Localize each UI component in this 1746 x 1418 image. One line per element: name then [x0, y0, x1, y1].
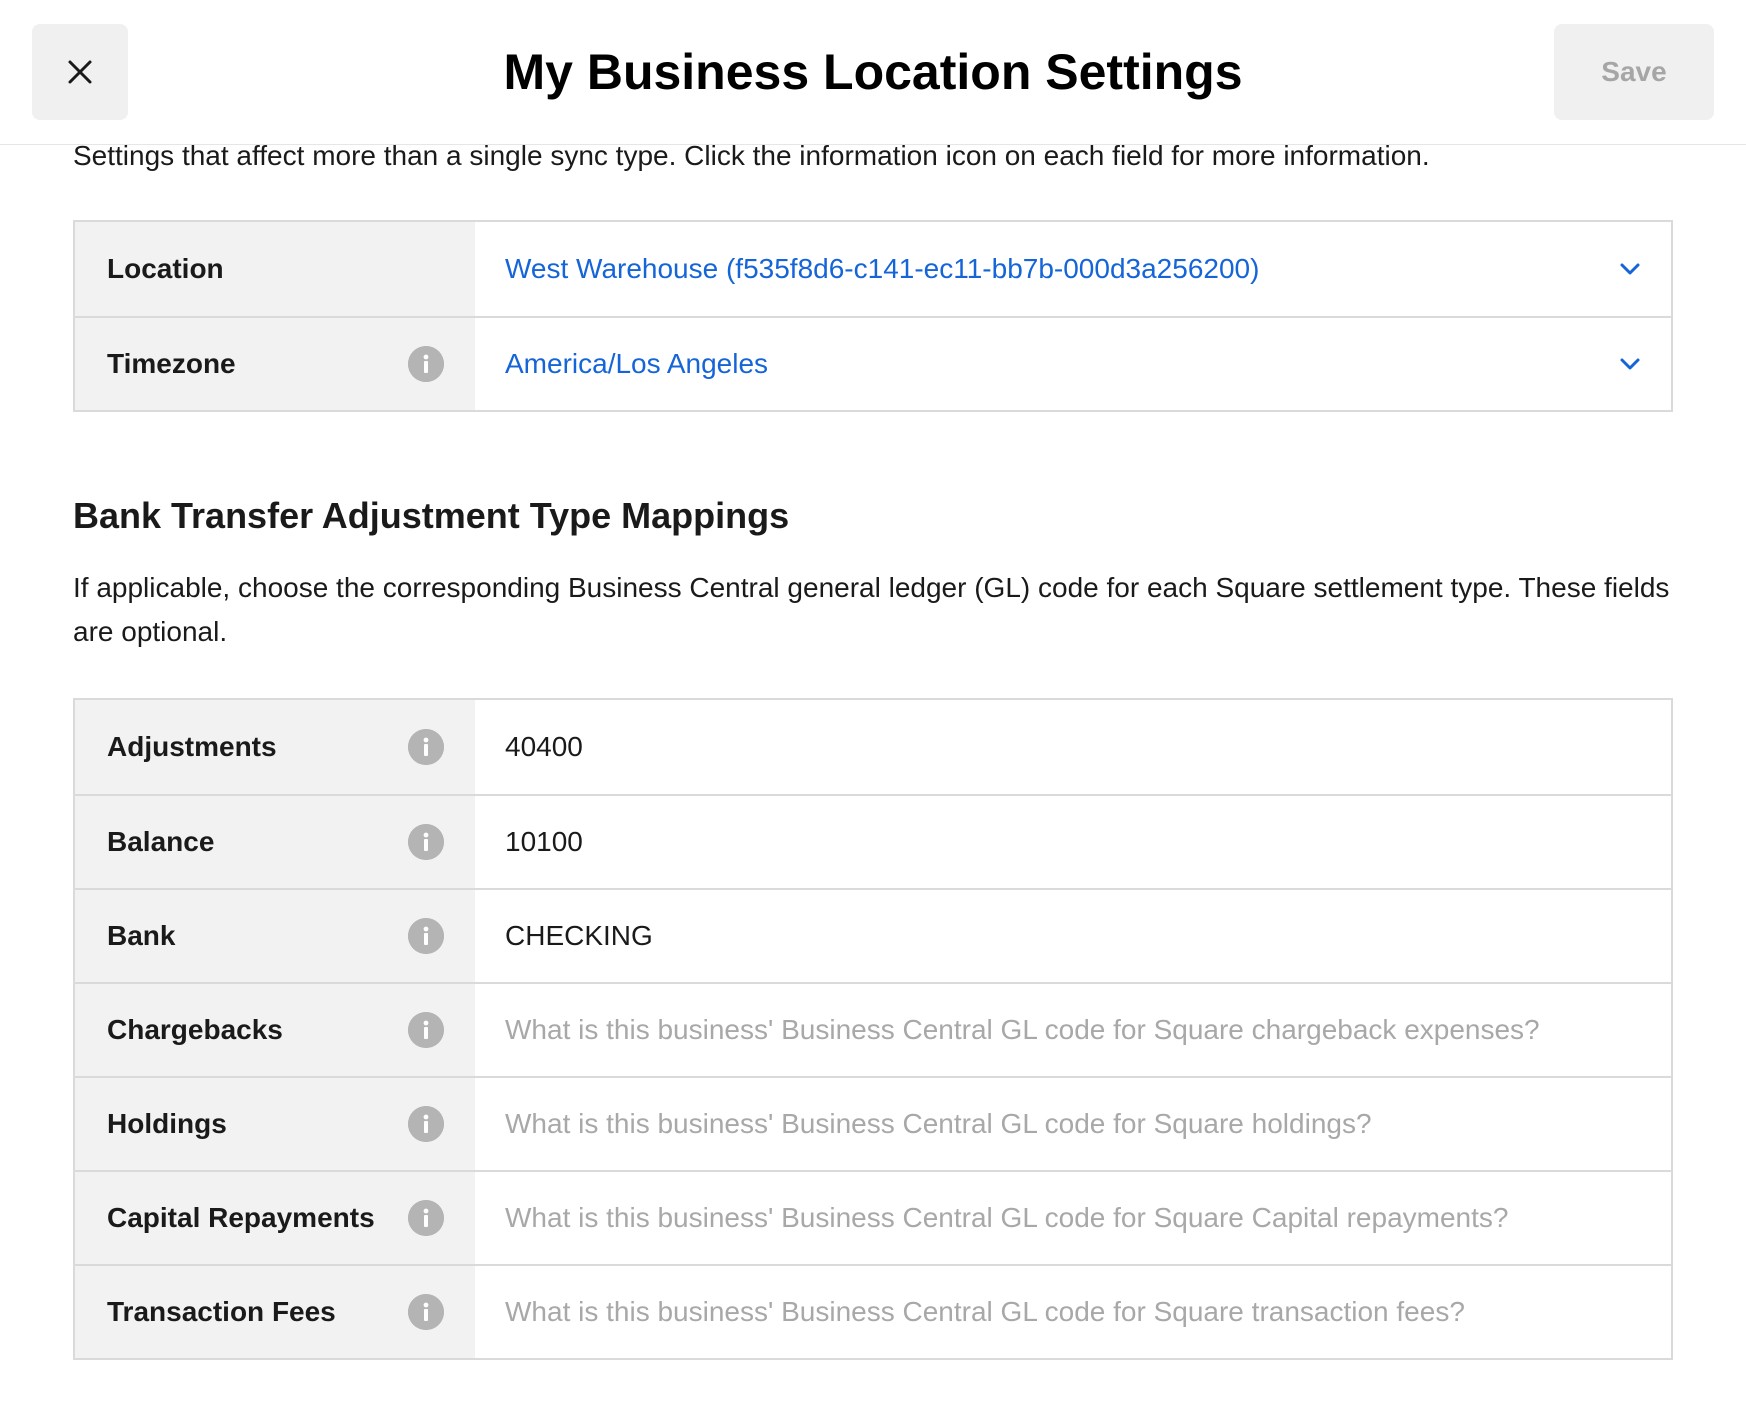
- table-row-location: Location West Warehouse (f535f8d6-c141-e…: [75, 222, 1671, 316]
- location-select-value: West Warehouse (f535f8d6-c141-ec11-bb7b-…: [505, 253, 1260, 284]
- table-row: Balance 10100: [75, 794, 1671, 888]
- table-row: Capital Repayments What is this business…: [75, 1170, 1671, 1264]
- holdings-input-placeholder: What is this business' Business Central …: [505, 1108, 1372, 1139]
- field-label-text: Balance: [107, 826, 215, 857]
- field-label-adjustments: Adjustments: [75, 700, 475, 794]
- chargebacks-input-placeholder: What is this business' Business Central …: [505, 1014, 1540, 1045]
- info-icon[interactable]: [408, 918, 444, 954]
- info-icon[interactable]: [408, 1012, 444, 1048]
- field-label-location: Location: [75, 222, 475, 316]
- table-row: Bank CHECKING: [75, 888, 1671, 982]
- info-icon[interactable]: [408, 729, 444, 765]
- field-label-holdings: Holdings: [75, 1078, 475, 1170]
- info-icon[interactable]: [408, 1294, 444, 1330]
- field-label-text: Chargebacks: [107, 1014, 283, 1045]
- section-title: Bank Transfer Adjustment Type Mappings: [73, 495, 790, 536]
- modal-header: My Business Location Settings Save: [0, 0, 1746, 145]
- field-label-text: Adjustments: [107, 731, 277, 762]
- info-icon[interactable]: [408, 346, 444, 382]
- bank-input-value: CHECKING: [505, 920, 653, 951]
- field-label-transaction-fees: Transaction Fees: [75, 1266, 475, 1358]
- transaction-fees-input[interactable]: What is this business' Business Central …: [475, 1266, 1671, 1358]
- holdings-input[interactable]: What is this business' Business Central …: [475, 1078, 1671, 1170]
- location-select[interactable]: West Warehouse (f535f8d6-c141-ec11-bb7b-…: [475, 222, 1671, 316]
- field-label-timezone: Timezone: [75, 318, 475, 410]
- info-icon[interactable]: [408, 824, 444, 860]
- adjustments-input-value: 40400: [505, 731, 583, 762]
- field-label-text: Transaction Fees: [107, 1296, 336, 1327]
- field-label-text: Holdings: [107, 1108, 227, 1139]
- timezone-select[interactable]: America/Los Angeles: [475, 318, 1671, 410]
- field-label-text: Timezone: [107, 348, 236, 379]
- balance-input-value: 10100: [505, 826, 583, 857]
- timezone-select-value: America/Los Angeles: [505, 348, 769, 379]
- chevron-down-icon: [1620, 358, 1640, 370]
- field-label-text: Location: [107, 253, 224, 284]
- settings-content: Settings that affect more than a single …: [73, 138, 1673, 1360]
- section-description: If applicable, choose the corresponding …: [73, 572, 1670, 647]
- table-row: Transaction Fees What is this business' …: [75, 1264, 1671, 1358]
- adjustments-input[interactable]: 40400: [475, 700, 1671, 794]
- transaction-fees-input-placeholder: What is this business' Business Central …: [505, 1296, 1465, 1327]
- table-row: Chargebacks What is this business' Busin…: [75, 982, 1671, 1076]
- balance-input[interactable]: 10100: [475, 796, 1671, 888]
- field-label-chargebacks: Chargebacks: [75, 984, 475, 1076]
- field-label-text: Bank: [107, 920, 176, 951]
- bank-input[interactable]: CHECKING: [475, 890, 1671, 982]
- table-row: Adjustments 40400: [75, 700, 1671, 794]
- field-label-text: Capital Repayments: [107, 1202, 375, 1233]
- field-label-bank: Bank: [75, 890, 475, 982]
- capital-repayments-input-placeholder: What is this business' Business Central …: [505, 1202, 1509, 1233]
- field-label-capital-repayments: Capital Repayments: [75, 1172, 475, 1264]
- chargebacks-input[interactable]: What is this business' Business Central …: [475, 984, 1671, 1076]
- save-button[interactable]: Save: [1554, 24, 1714, 120]
- table-row-timezone: Timezone America/Los Angeles: [75, 316, 1671, 410]
- field-label-balance: Balance: [75, 796, 475, 888]
- table-row: Holdings What is this business' Business…: [75, 1076, 1671, 1170]
- bank-transfer-mapping-table: Adjustments 40400 Balance 10100 Bank CHE…: [73, 698, 1673, 1360]
- capital-repayments-input[interactable]: What is this business' Business Central …: [475, 1172, 1671, 1264]
- info-icon[interactable]: [408, 1200, 444, 1236]
- page-title: My Business Location Settings: [503, 44, 1243, 100]
- chevron-down-icon: [1620, 263, 1640, 275]
- info-icon[interactable]: [408, 1106, 444, 1142]
- general-settings-table: Location West Warehouse (f535f8d6-c141-e…: [73, 220, 1673, 412]
